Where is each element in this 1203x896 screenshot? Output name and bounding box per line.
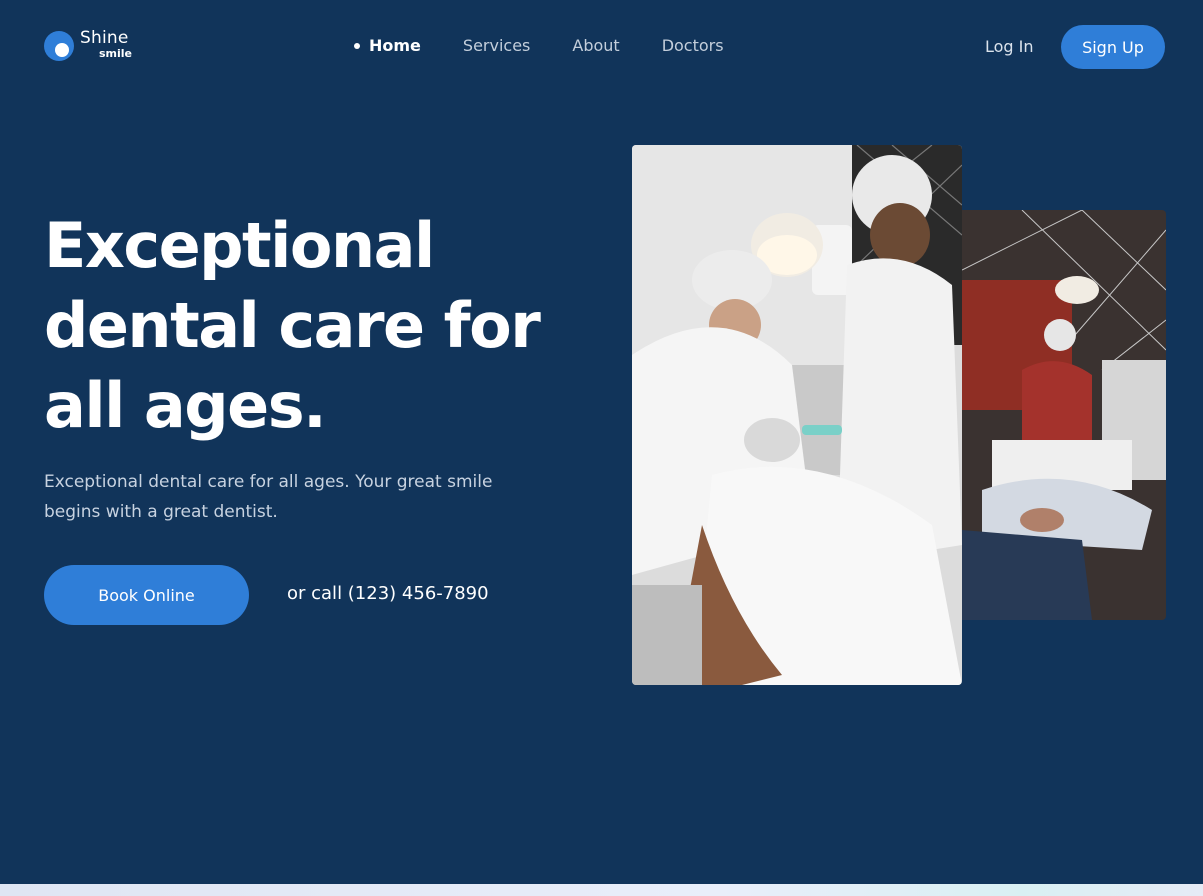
dentists-treating-patient-photo	[632, 145, 962, 685]
brand-name: Shine	[80, 28, 129, 48]
nav-item-label: Services	[462, 36, 531, 55]
dentist-with-patient-red-wall-photo	[962, 210, 1166, 620]
hero-subtitle: Exceptional dental care for all ages. Yo…	[44, 472, 493, 522]
nav-item-label: About	[572, 36, 620, 55]
hero-title-line: dental care for	[44, 289, 541, 362]
next-section-edge	[0, 884, 1203, 896]
nav-item-doctors[interactable]: Doctors	[662, 36, 724, 55]
book-online-button[interactable]: Book Online	[44, 565, 249, 625]
main-nav: Home Services About Doctors	[354, 36, 766, 55]
login-link[interactable]: Log In	[985, 37, 1034, 56]
active-dot-icon	[354, 42, 360, 49]
nav-item-label: Doctors	[661, 36, 724, 55]
brand-logo[interactable]: Shine smile	[44, 28, 140, 62]
nav-item-label: Home	[369, 36, 421, 55]
hero-title-line: Exceptional	[44, 209, 435, 282]
photo-illustration	[962, 210, 1166, 620]
hero-title: Exceptional dental care for all ages.	[44, 206, 584, 446]
signup-button[interactable]: Sign Up	[1061, 25, 1165, 69]
top-navigation: Shine smile Home Services About Doctors …	[0, 0, 1203, 92]
call-phone-text[interactable]: or call (123) 456-7890	[287, 583, 489, 604]
nav-item-services[interactable]: Services	[463, 36, 530, 55]
logo-circle-icon	[44, 31, 74, 61]
nav-item-home[interactable]: Home	[354, 36, 421, 55]
nav-item-about[interactable]: About	[572, 36, 619, 55]
hero-title-line: all ages.	[44, 369, 327, 442]
brand-sub: smile	[99, 47, 133, 60]
brand-wordmark: Shine smile	[80, 28, 140, 62]
photo-illustration	[632, 145, 962, 685]
